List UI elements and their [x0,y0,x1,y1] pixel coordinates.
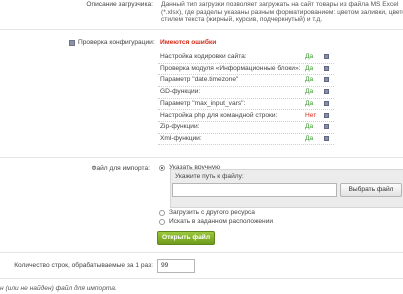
info-icon[interactable] [324,100,329,106]
row-separator [158,132,334,134]
config-check-result: Да [305,123,314,131]
config-status: Имеются ошибки [160,39,217,46]
info-icon[interactable] [324,65,329,71]
path-label: Укажите путь к файлу: [175,173,244,180]
info-icon[interactable] [324,77,329,83]
row-separator [158,121,334,122]
radio-search-label[interactable]: Искать в заданном расположении [169,218,273,225]
footer-note: н (или не найден) файл для импорта. [0,285,117,292]
config-check-name: Параметр "max_input_vars": [160,99,246,107]
info-icon[interactable] [324,89,329,95]
row-separator [158,85,334,87]
radio-manual[interactable] [159,165,165,171]
info-icon[interactable] [324,135,329,141]
config-check-result: Нет [305,111,317,119]
divider [0,278,403,279]
section-icon [69,40,75,46]
divider [0,252,403,253]
divider [0,157,403,158]
info-icon[interactable] [324,112,329,118]
config-check-name: GD-функции: [160,88,201,96]
radio-remote-label[interactable]: Загрузить с другого ресурса [169,209,255,216]
config-check-name: Zip-функции: [160,123,200,131]
config-check-result: Да [305,76,314,84]
import-label: Файл для импорта: [91,165,150,172]
config-check-name: Настройка кодировки сайта: [160,53,247,60]
row-separator [158,97,334,99]
config-check-result: Да [305,64,314,72]
config-check-name: Xml-функции: [160,134,202,142]
choose-file-button[interactable]: Выбрать файл [340,183,402,197]
config-check-result: Да [305,99,314,107]
open-file-button[interactable]: Открыть файл [157,231,215,245]
row-separator [158,62,334,64]
description-text: Данный тип загрузки позволяет загружать … [161,1,403,24]
info-icon[interactable] [324,54,329,59]
config-check-result: Да [305,53,314,60]
config-check-name: Проверка модуля «Информационные блоки»: [160,64,301,72]
radio-remote[interactable] [159,210,165,216]
rows-per-step-input[interactable]: 99 [157,259,195,273]
row-separator [158,144,334,146]
row-separator [158,109,334,111]
info-icon[interactable] [324,124,329,130]
config-label: Проверка конфигурации: [78,39,155,46]
row-separator [158,74,334,76]
config-check-result: Да [305,88,314,96]
rows-label: Количество строк, обрабатываемые за 1 ра… [14,262,153,269]
config-check-name: Параметр "date.timezone" [160,76,239,84]
description-label: Описание загрузчика: [86,1,153,8]
config-check-result: Да [305,134,314,142]
config-check-name: Настройка php для командной строки: [160,111,278,119]
divider [0,29,403,30]
file-path-input[interactable] [172,183,337,197]
radio-search[interactable] [159,219,165,225]
